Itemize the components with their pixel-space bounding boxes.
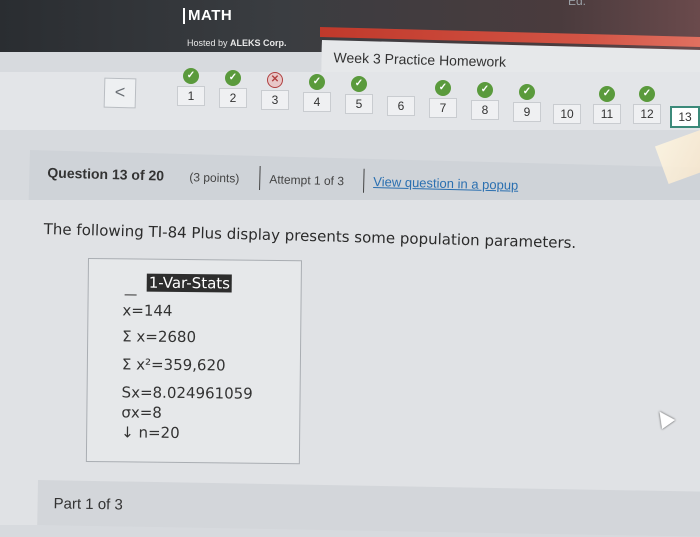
corner-text: Ed. (568, 0, 587, 8)
check-circle-icon: ✓ (599, 86, 615, 102)
chevron-left-icon: < (114, 81, 126, 103)
brand-logo: MATH (183, 8, 232, 24)
question-nav-number: 8 (471, 100, 499, 120)
header-divider (362, 168, 365, 193)
question-number: Question 13 of 20 (47, 164, 165, 184)
question-nav-number: 6 (387, 96, 415, 116)
question-nav-number: 9 (513, 102, 541, 122)
question-nav-item[interactable]: ✓ 12 (632, 86, 662, 124)
xbar-overline (124, 294, 137, 296)
question-nav-item[interactable]: 6 (386, 78, 416, 116)
question-nav-item[interactable]: 13 (670, 88, 700, 128)
calc-line-sumsq: Σ x²=359,620 (121, 355, 226, 375)
question-nav-number: 4 (303, 92, 331, 112)
question-nav-number: 13 (670, 106, 700, 128)
check-circle-icon: ✓ (225, 70, 241, 86)
attempt-counter: Attempt 1 of 3 (269, 172, 345, 189)
question-nav-item[interactable]: ✕ 3 (260, 72, 290, 110)
question-points: (3 points) (189, 170, 240, 186)
check-circle-icon: ✓ (309, 74, 325, 90)
question-nav-item[interactable]: ✓ 2 (218, 70, 248, 108)
previous-question-button[interactable]: < (103, 77, 137, 109)
calc-line-mean: x=144 (122, 301, 173, 320)
question-nav-number: 7 (429, 98, 457, 118)
question-nav-number: 5 (345, 94, 373, 114)
calc-line-n: ↓ n=20 (121, 423, 180, 442)
assignment-title: Week 3 Practice Homework (333, 49, 507, 70)
question-nav-item[interactable]: ✓ 9 (512, 84, 542, 122)
question-nav-number: 11 (593, 104, 621, 124)
hosted-by-name: ALEKS Corp. (230, 38, 287, 48)
hosted-prefix: Hosted by (187, 38, 228, 48)
check-circle-icon: ✓ (435, 80, 451, 96)
part-label: Part 1 of 3 (53, 495, 123, 514)
question-nav-item[interactable]: ✓ 1 (176, 68, 206, 106)
question-nav-number: 3 (261, 90, 289, 110)
question-nav-number: 10 (553, 104, 581, 124)
calc-title: 1-Var-Stats (146, 273, 233, 293)
question-nav-number: 12 (633, 104, 661, 124)
calc-line-sum: Σ x=2680 (122, 327, 197, 347)
question-nav-number: 2 (219, 88, 247, 108)
x-circle-icon: ✕ (267, 72, 283, 88)
header-divider (259, 166, 261, 191)
question-nav-item[interactable]: ✓ 5 (344, 76, 374, 114)
check-circle-icon: ✓ (183, 68, 199, 84)
hosted-by-text: Hosted by ALEKS Corp. (187, 38, 287, 48)
question-nav-number: 1 (177, 86, 205, 106)
check-circle-icon: ✓ (639, 86, 655, 102)
question-nav-item[interactable]: ✓ 4 (302, 74, 332, 112)
question-nav-item[interactable]: ✓ 7 (428, 80, 458, 118)
question-nav-item[interactable]: 10 (552, 86, 582, 124)
ti84-display: 1-Var-Stats x=144 Σ x=2680 Σ x²=359,620 … (85, 258, 302, 465)
check-circle-icon: ✓ (519, 84, 535, 100)
check-circle-icon: ✓ (477, 82, 493, 98)
calc-line-sx: Sx=8.024961059 (121, 383, 253, 403)
calc-line-sigmax: σx=8 (121, 403, 162, 422)
check-circle-icon: ✓ (351, 76, 367, 92)
question-nav-item[interactable]: ✓ 8 (470, 82, 500, 120)
question-nav-item[interactable]: ✓ 11 (592, 86, 622, 124)
view-popup-link[interactable]: View question in a popup (373, 174, 518, 193)
